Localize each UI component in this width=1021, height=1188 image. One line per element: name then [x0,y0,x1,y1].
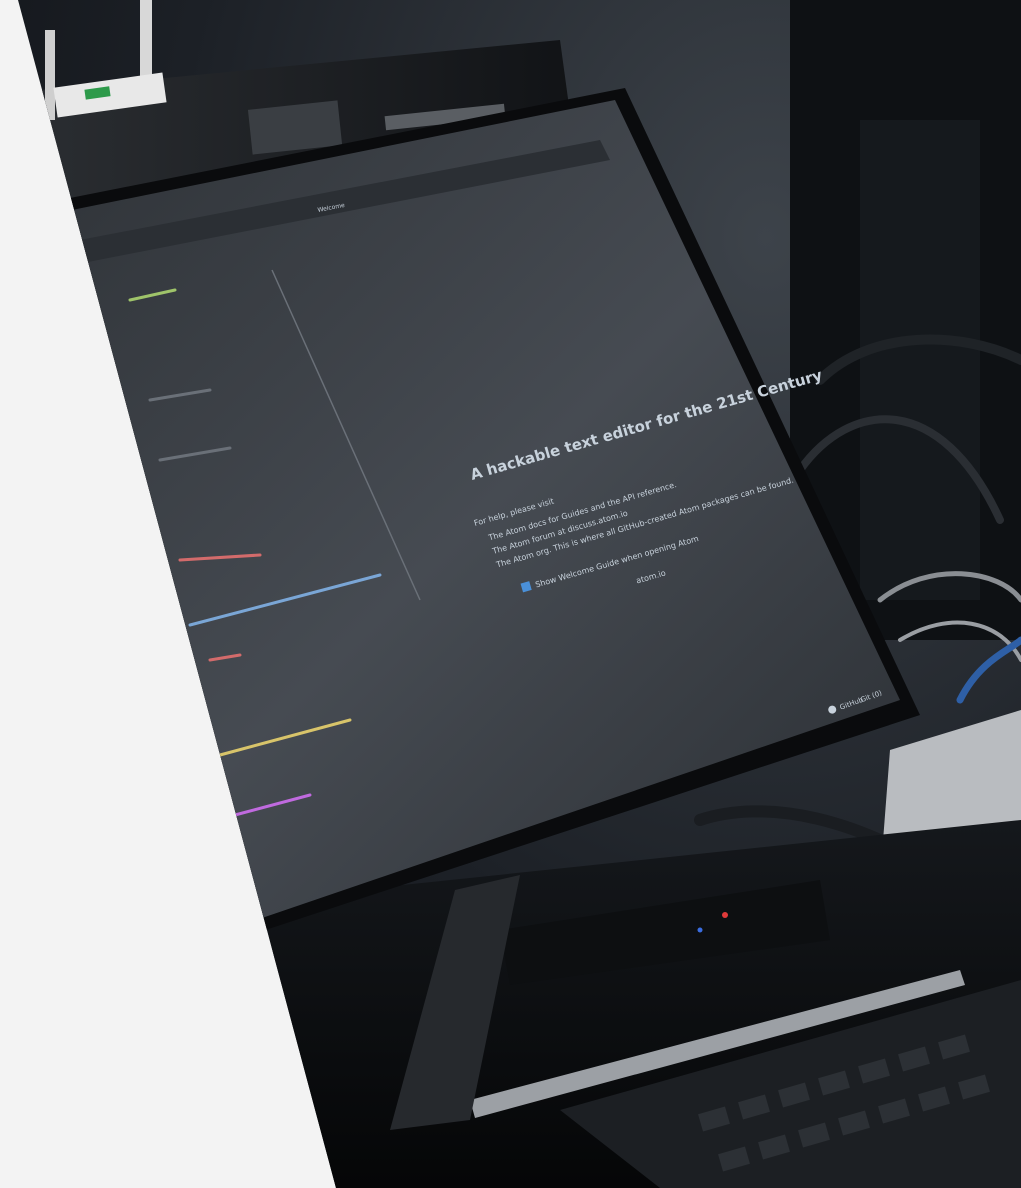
pc-tower-panel [860,120,980,600]
page-canvas: A hackable text editor for the 21st Cent… [0,0,1021,1188]
power-led-red [722,912,728,918]
power-led-blue [697,927,703,933]
photo-illustration: A hackable text editor for the 21st Cent… [40,0,1021,1188]
switch-port [247,100,343,155]
antenna-left [45,30,55,120]
monitor-photo: A hackable text editor for the 21st Cent… [18,0,1021,1188]
